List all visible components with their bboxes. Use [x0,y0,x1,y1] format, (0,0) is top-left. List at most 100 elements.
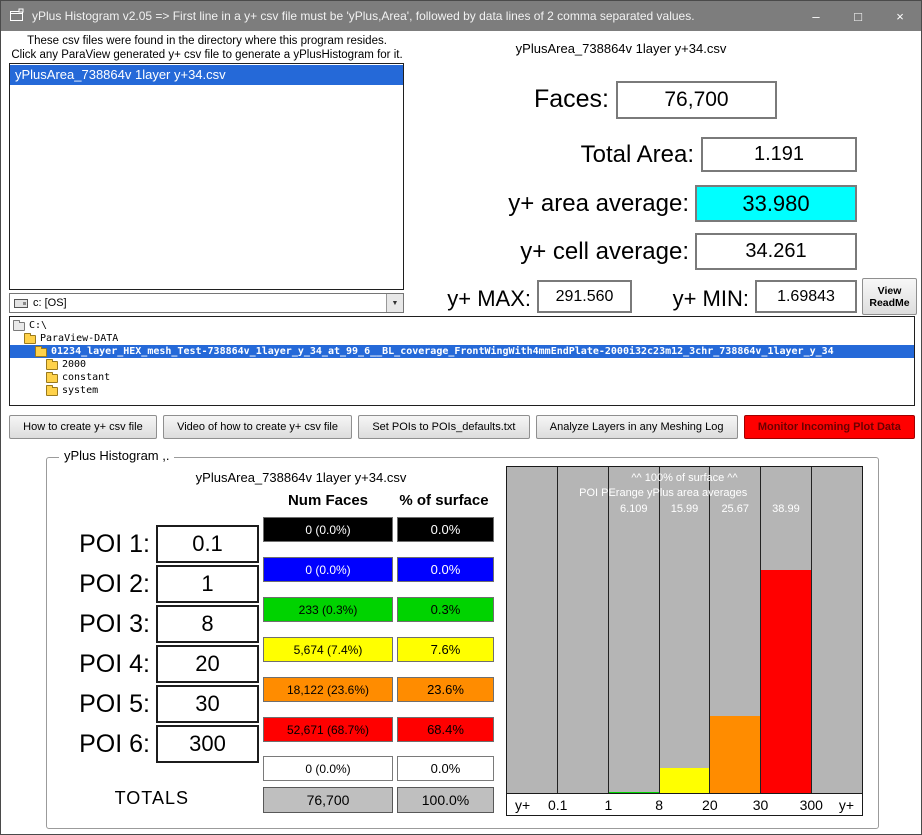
tree-item-label: ParaView-DATA [40,333,118,344]
histogram-group-title: yPlus Histogram ,. [59,448,174,463]
chart-band [507,467,558,793]
app-window: yPlus Histogram v2.05 => First line in a… [0,0,922,835]
file-list-item[interactable]: yPlusArea_738864v 1layer y+34.csv [10,65,403,85]
num-faces-box: 5,674 (7.4%) [263,637,393,662]
yplus-max-value: 291.560 [537,280,632,313]
chart-band [609,467,660,793]
num-faces-box: 18,122 (23.6%) [263,677,393,702]
pct-surface-box: 0.0% [397,557,494,582]
drive-selector[interactable]: c: [OS] ▼ [9,293,404,313]
cell-average-label: y+ cell average: [421,238,689,266]
file-listbox[interactable]: yPlusArea_738864v 1layer y+34.csv [9,63,404,290]
chart-band [558,467,609,793]
totals-label: TOTALS [61,788,189,809]
poi-value-input[interactable] [156,605,259,643]
view-readme-button[interactable]: View ReadMe [862,278,917,315]
chart-bar [660,768,710,793]
poi-value-input[interactable] [156,685,259,723]
yplus-min-value: 1.69843 [755,280,857,313]
x-axis-label: 8 [655,797,663,813]
poi-value-input[interactable] [156,725,259,763]
x-axis-label: 0.1 [548,797,567,813]
x-axis-label: 20 [702,797,718,813]
total-area-value: 1.191 [701,137,857,172]
num-faces-box: 52,671 (68.7%) [263,717,393,742]
x-axis-label: 30 [753,797,769,813]
pct-surface-box: 0.3% [397,597,494,622]
pct-surface-header: % of surface [393,492,495,509]
drive-icon [14,299,28,308]
faces-label: Faces: [421,85,609,114]
selected-file-label: yPlusArea_738864v 1layer y+34.csv [491,41,751,56]
close-button[interactable]: × [879,1,921,31]
num-faces-header: Num Faces [263,492,393,509]
poi-label: POI 4: [51,645,150,683]
totals-pct-box: 100.0% [397,787,494,813]
tree-item[interactable]: constant [10,371,914,384]
instructions-line1: These csv files were found in the direct… [9,34,405,48]
analyze-layers-button[interactable]: Analyze Layers in any Meshing Log [536,415,738,439]
poi-label: POI 6: [51,725,150,763]
folder-icon [35,348,47,357]
chart-band [710,467,761,793]
histogram-chart: ^^ 100% of surface ^^ POI PErange yPlus … [506,466,863,816]
num-faces-box: 0 (0.0%) [263,517,393,542]
overflow-pct-box: 0.0% [397,756,494,781]
poi-label: POI 2: [51,565,150,603]
tree-item-label: constant [62,372,110,383]
chart-band [812,467,862,793]
overflow-num-faces-box: 0 (0.0%) [263,756,393,781]
monitor-plot-data-button[interactable]: Monitor Incoming Plot Data [744,415,915,439]
x-axis-label: 300 [800,797,823,813]
how-to-create-csv-button[interactable]: How to create y+ csv file [9,415,157,439]
num-faces-box: 233 (0.3%) [263,597,393,622]
drive-selector-value: c: [OS] [33,297,381,309]
tree-item[interactable]: 01234_layer_HEX_mesh_Test-738864v_1layer… [10,345,914,358]
poi-value-input[interactable] [156,565,259,603]
chart-bar [710,716,760,793]
tree-item-label: 01234_layer_HEX_mesh_Test-738864v_1layer… [51,346,834,357]
tree-item[interactable]: C:\ [10,319,914,332]
set-pois-defaults-button[interactable]: Set POIs to POIs_defaults.txt [358,415,529,439]
pct-surface-box: 68.4% [397,717,494,742]
folder-icon [13,322,25,331]
instructions: These csv files were found in the direct… [9,34,405,62]
tree-item-label: system [62,385,98,396]
directory-tree[interactable]: C:\ ParaView-DATA 01234_layer_HEX_mesh_Tes… [9,316,915,406]
area-average-label: y+ area average: [421,190,689,218]
x-axis-label: y+ [839,797,854,813]
chart-band [660,467,711,793]
tree-item[interactable]: system [10,384,914,397]
poi-label: POI 1: [51,525,150,563]
chart-plot [507,467,862,793]
instructions-line2: Click any ParaView generated y+ csv file… [9,48,405,62]
total-area-label: Total Area: [421,141,694,169]
tree-item-label: C:\ [29,320,47,331]
video-how-to-create-csv-button[interactable]: Video of how to create y+ csv file [163,415,352,439]
app-icon [9,8,25,24]
pct-surface-box: 7.6% [397,637,494,662]
yplus-max-label: y+ MAX: [411,286,531,312]
x-axis-label: 1 [605,797,613,813]
poi-value-input[interactable] [156,645,259,683]
folder-icon [24,335,36,344]
pct-surface-box: 23.6% [397,677,494,702]
faces-value: 76,700 [616,81,777,119]
chart-bar [761,570,811,793]
histogram-filename: yPlusArea_738864v 1layer y+34.csv [166,470,436,485]
chart-band [761,467,812,793]
x-axis-label: y+ [515,797,530,813]
poi-value-input[interactable] [156,525,259,563]
num-faces-box: 0 (0.0%) [263,557,393,582]
folder-icon [46,387,58,396]
dropdown-arrow-icon[interactable]: ▼ [386,294,403,312]
maximize-button[interactable]: □ [837,1,879,31]
minimize-button[interactable]: – [795,1,837,31]
tree-item[interactable]: ParaView-DATA [10,332,914,345]
poi-label: POI 3: [51,605,150,643]
tree-item-label: 2000 [62,359,86,370]
yplus-min-label: y+ MIN: [641,286,749,312]
cell-average-value: 34.261 [695,233,857,270]
poi-label: POI 5: [51,685,150,723]
tree-item[interactable]: 2000 [10,358,914,371]
